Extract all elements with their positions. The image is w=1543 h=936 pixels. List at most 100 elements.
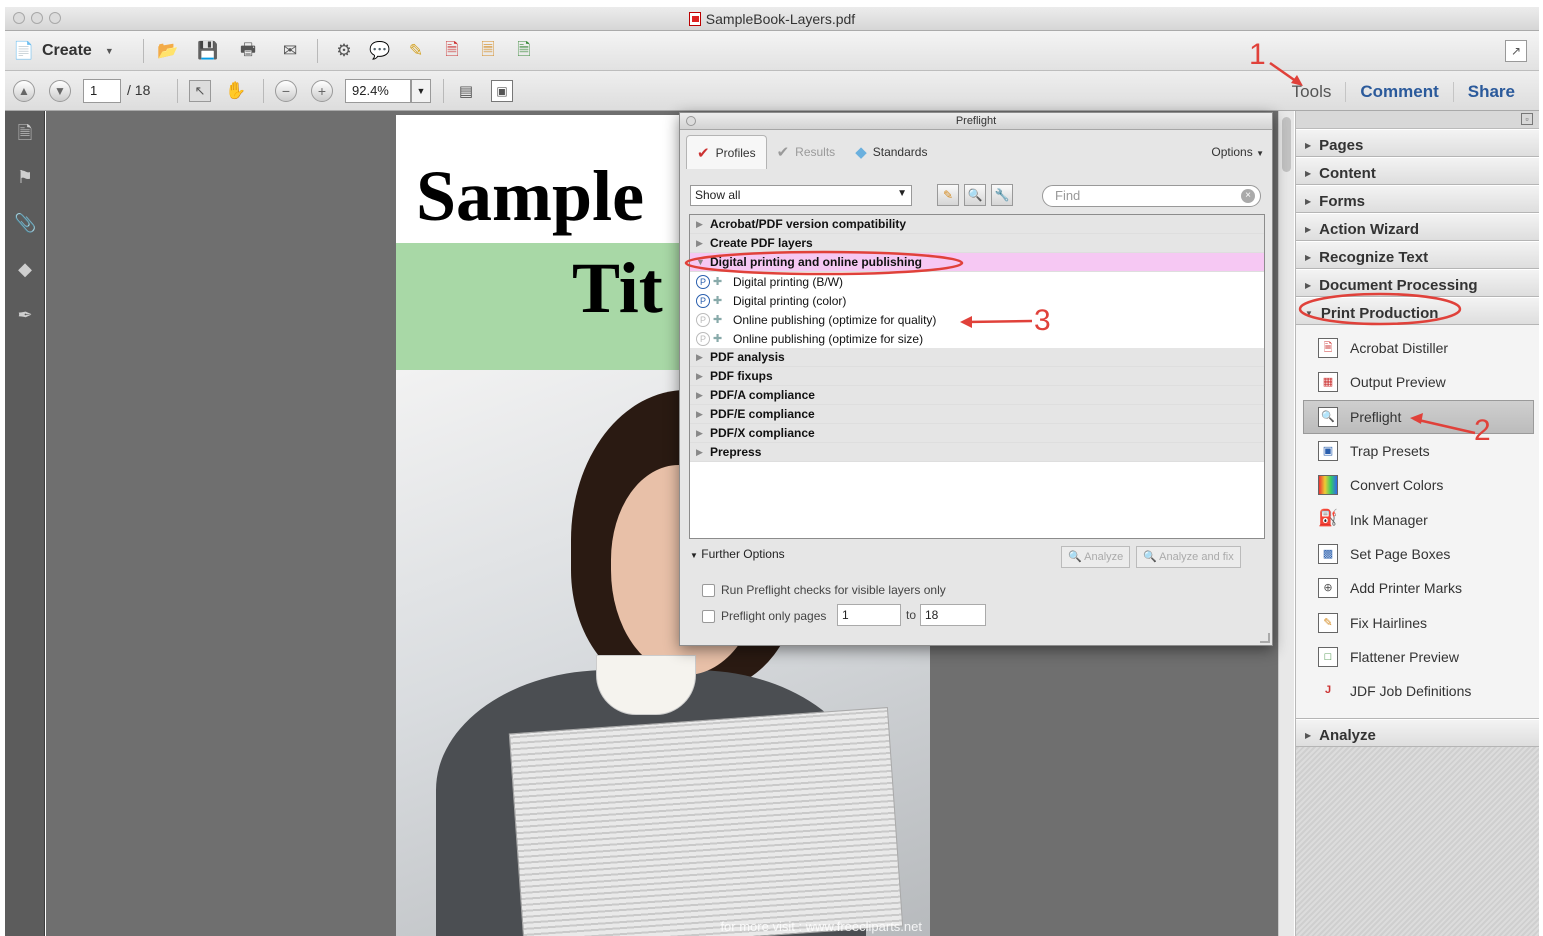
zoom-dropdown-button[interactable]: ▼: [411, 79, 431, 103]
tree-profile[interactable]: P ✚ Online publishing (optimize for qualit…: [690, 310, 1264, 329]
scrollbar-thumb[interactable]: [1282, 117, 1291, 172]
expand-triangle-icon: ▶: [696, 446, 703, 457]
section-recognize-text[interactable]: ▶ Recognize Text: [1296, 241, 1539, 269]
pages-to-input[interactable]: 18: [920, 604, 986, 626]
options-menu[interactable]: Options ▼: [1211, 145, 1264, 159]
zoom-input[interactable]: 92.4%: [345, 79, 411, 103]
create-pdf-icon: 📄: [13, 41, 35, 60]
open-button[interactable]: 📂: [157, 40, 179, 62]
fit-page-button[interactable]: ▤: [455, 80, 477, 102]
tree-category[interactable]: ▶ Create PDF layers: [690, 234, 1264, 253]
pages-to-label: to: [906, 608, 917, 622]
full-screen-button[interactable]: ↗: [1505, 40, 1527, 62]
page-number-input[interactable]: 1: [83, 79, 121, 103]
attachment-icon[interactable]: 📎: [14, 213, 36, 235]
tool-jdf-job-definitions[interactable]: J JDF Job Definitions: [1296, 674, 1539, 708]
section-print-production[interactable]: ▼ Print Production: [1296, 297, 1539, 325]
pages-from-input[interactable]: 1: [837, 604, 901, 626]
show-checks-button[interactable]: 🔍: [964, 184, 986, 206]
save-button[interactable]: 💾: [197, 40, 219, 62]
comment-button[interactable]: 💬: [369, 40, 391, 62]
profile-filter-select[interactable]: Show all ▼: [690, 185, 912, 206]
section-document-processing[interactable]: ▶ Document Processing: [1296, 269, 1539, 297]
pdf-file-icon: [688, 12, 701, 26]
pages-panel-icon[interactable]: 🗎: [14, 121, 36, 143]
create-button[interactable]: 📄 Create ▼: [13, 39, 113, 63]
section-analyze[interactable]: ▶ Analyze: [1296, 719, 1539, 748]
export-button[interactable]: 🗏: [477, 40, 499, 62]
tool-convert-colors[interactable]: .Convert Colors: [1296, 468, 1539, 502]
tool-trap-presets[interactable]: ▣ Trap Presets: [1296, 434, 1539, 468]
tools-link[interactable]: Tools: [1278, 82, 1346, 102]
minus-icon: −: [281, 83, 291, 99]
clear-search-icon[interactable]: ×: [1241, 189, 1255, 203]
tool-fix-hairlines[interactable]: ✎ Fix Hairlines: [1296, 605, 1539, 639]
tab-profiles[interactable]: ✔ Profiles: [686, 135, 767, 169]
visible-layers-checkbox[interactable]: Run Preflight checks for visible layers …: [702, 583, 946, 597]
tool-set-page-boxes[interactable]: ▩ Set Page Boxes: [1296, 537, 1539, 571]
checkbox-box[interactable]: [702, 609, 715, 623]
next-page-button[interactable]: ▼: [49, 80, 71, 102]
tree-profile[interactable]: P ✚ Online publishing (optimize for size): [690, 329, 1264, 348]
tool-preflight[interactable]: 🔍 Preflight: [1303, 399, 1534, 434]
tool-output-preview[interactable]: ▦ Output Preview: [1296, 365, 1539, 399]
tree-category[interactable]: ▶ Acrobat/PDF version compatibility: [690, 215, 1264, 234]
section-content[interactable]: ▶ Content: [1296, 157, 1539, 185]
tree-profile[interactable]: P ✚ Digital printing (B/W): [690, 272, 1264, 291]
section-forms[interactable]: ▶ Forms: [1296, 185, 1539, 213]
zoom-out-button[interactable]: −: [275, 80, 297, 102]
comment-icon: 💬: [369, 41, 391, 60]
resize-grip[interactable]: [1260, 633, 1270, 643]
tree-category[interactable]: ▶ PDF/A compliance: [690, 386, 1264, 405]
tool-flattener-preview[interactable]: □ Flattener Preview: [1296, 640, 1539, 674]
tree-category[interactable]: ▶ PDF analysis: [690, 348, 1264, 367]
sign-button[interactable]: 🗎: [513, 40, 535, 62]
select-tool-button[interactable]: ↖: [189, 80, 211, 102]
zoom-in-button[interactable]: +: [311, 80, 333, 102]
show-wrench-button[interactable]: 🔧: [991, 184, 1013, 206]
further-options-toggle[interactable]: ▼ Further Options: [690, 547, 785, 561]
tool-ink-manager[interactable]: ⛽ Ink Manager: [1296, 502, 1539, 536]
tab-standards[interactable]: ◆ Standards: [845, 135, 937, 169]
find-input[interactable]: Find ×: [1042, 185, 1261, 207]
share-link[interactable]: Share: [1452, 82, 1529, 102]
show-fixups-button[interactable]: ✎: [937, 184, 959, 206]
tab-results[interactable]: ✔ Results: [767, 135, 846, 169]
analyze-button[interactable]: 🔍 Analyze: [1061, 546, 1131, 568]
layers-icon[interactable]: ◆: [14, 259, 36, 281]
hand-tool-button[interactable]: ✋: [225, 80, 247, 102]
settings-button[interactable]: ⚙: [333, 40, 355, 62]
section-action-wizard[interactable]: ▶ Action Wizard: [1296, 213, 1539, 241]
highlight-button[interactable]: ✎: [405, 40, 427, 62]
print-production-items: 🗎 Acrobat Distiller ▦ Output Preview 🔍 Pref…: [1296, 325, 1539, 720]
convert-colors-icon: .: [1318, 475, 1338, 496]
section-pages[interactable]: ▶ Pages: [1296, 129, 1539, 157]
tree-category[interactable]: ▶ PDF/E compliance: [690, 405, 1264, 424]
fit-width-button[interactable]: ▣: [491, 80, 513, 102]
dialog-close-button[interactable]: [686, 116, 696, 126]
checkbox-box[interactable]: [702, 583, 715, 597]
pages-only-checkbox[interactable]: Preflight only pages: [702, 609, 826, 623]
tree-category[interactable]: ▶ Prepress: [690, 443, 1264, 462]
profiles-tree: ▶ Acrobat/PDF version compatibility ▶ Crea…: [689, 214, 1265, 539]
tree-category[interactable]: ▶ PDF fixups: [690, 367, 1264, 386]
analyze-and-fix-button[interactable]: 🔍 Analyze and fix: [1136, 546, 1241, 568]
fix-icon: 🔍: [1143, 551, 1157, 563]
email-button[interactable]: ✉: [279, 40, 301, 62]
panel-options-icon[interactable]: ▫: [1521, 113, 1533, 125]
previous-page-button[interactable]: ▲: [13, 80, 35, 102]
tree-category[interactable]: ▶ PDF/X compliance: [690, 424, 1264, 443]
bookmark-icon[interactable]: ⚑: [14, 167, 36, 189]
tree-profile[interactable]: P ✚ Digital printing (color): [690, 291, 1264, 310]
comment-link[interactable]: Comment: [1345, 82, 1452, 102]
print-button[interactable]: 🖶: [237, 40, 259, 62]
arrow-down-icon: ▼: [54, 84, 66, 98]
tool-acrobat-distiller[interactable]: 🗎 Acrobat Distiller: [1296, 331, 1539, 365]
standards-icon: ◆: [855, 144, 867, 161]
signature-icon[interactable]: ✒: [14, 305, 36, 327]
vertical-scrollbar[interactable]: [1278, 111, 1294, 936]
pdf-tools-button[interactable]: 🗎: [441, 40, 463, 62]
tree-category-selected[interactable]: ▼ Digital printing and online publishing: [690, 253, 1264, 272]
tool-add-printer-marks[interactable]: ⊕ Add Printer Marks: [1296, 571, 1539, 605]
expand-triangle-icon: ▶: [1305, 731, 1312, 741]
